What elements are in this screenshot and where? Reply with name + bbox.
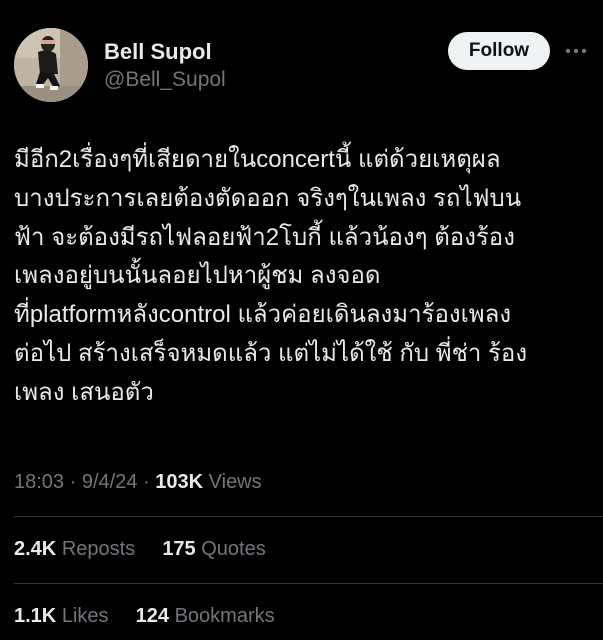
tweet-text-line: เพลงอยู่บนนั้นลอยไปหาผู้ชม ลงจอด bbox=[14, 262, 381, 290]
reposts-label: Reposts bbox=[61, 538, 136, 560]
likes-stat[interactable]: 1.1K Likes bbox=[14, 601, 109, 631]
likes-label: Likes bbox=[61, 605, 109, 627]
tweet-text-line: ต่อไป สร้างเสร็จหมดแล้ว แต่ไม่ได้ใช้ กับ… bbox=[14, 339, 528, 367]
bookmarks-count: 124 bbox=[135, 605, 170, 627]
tweet-text-line: ฟ้า จะต้องมีรถไฟลอยฟ้า2โบกี้ แล้วน้องๆ ต… bbox=[14, 223, 515, 251]
tweet-text-line: มีอีก2เรื่องๆที่เสียดายในconcertนี้ แต่ด… bbox=[14, 146, 501, 173]
tweet-text-line: บางประการเลยต้องตัดออก จริงๆในเพลง รถไฟบ… bbox=[14, 184, 522, 212]
quotes-stat[interactable]: 175 Quotes bbox=[162, 534, 265, 564]
follow-button[interactable]: Follow bbox=[448, 32, 550, 70]
reposts-count: 2.4K bbox=[14, 538, 57, 560]
meta-separator: · bbox=[69, 471, 77, 493]
views-count: 103K bbox=[155, 471, 204, 493]
profile-photo-icon bbox=[14, 28, 88, 102]
quotes-label: Quotes bbox=[201, 538, 266, 560]
engagement-row: 1.1K Likes 124 Bookmarks bbox=[14, 601, 275, 631]
tweet-meta: 18:03 · 9/4/24 · 103K Views bbox=[14, 467, 262, 497]
author-info: Bell Supol @Bell_Supol bbox=[104, 38, 226, 94]
display-name[interactable]: Bell Supol bbox=[104, 38, 226, 66]
tweet-text-line: เพลง เสนอตัว bbox=[14, 378, 154, 406]
user-handle[interactable]: @Bell_Supol bbox=[104, 66, 226, 94]
avatar[interactable] bbox=[14, 28, 88, 102]
reposts-stat[interactable]: 2.4K Reposts bbox=[14, 534, 135, 564]
bookmarks-label: Bookmarks bbox=[174, 605, 275, 627]
tweet-header: Bell Supol @Bell_Supol Follow bbox=[0, 0, 603, 120]
meta-separator: · bbox=[143, 471, 150, 493]
bookmarks-stat[interactable]: 124 Bookmarks bbox=[136, 601, 275, 631]
tweet-date[interactable]: 9/4/24 bbox=[82, 471, 138, 493]
more-horizontal-icon[interactable] bbox=[563, 38, 589, 64]
tweet-text-line: ที่platformหลังcontrol แล้วค่อยเดินลงมาร… bbox=[14, 301, 512, 329]
views-label: Views bbox=[208, 471, 262, 493]
tweet-text: มีอีก2เรื่องๆที่เสียดายในconcertนี้ แต่ด… bbox=[14, 141, 594, 413]
divider bbox=[14, 583, 603, 584]
divider bbox=[14, 516, 603, 517]
quotes-count: 175 bbox=[162, 538, 196, 560]
engagement-row: 2.4K Reposts 175 Quotes bbox=[14, 534, 266, 564]
likes-count: 1.1K bbox=[14, 605, 57, 627]
tweet-time[interactable]: 18:03 bbox=[14, 471, 64, 493]
